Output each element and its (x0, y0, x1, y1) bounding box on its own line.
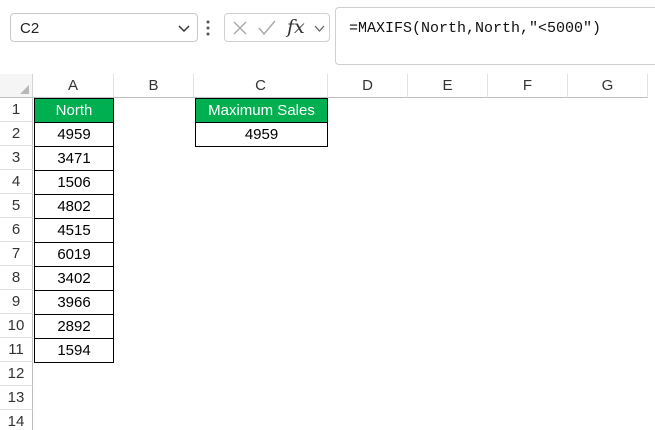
check-icon[interactable] (258, 20, 276, 36)
cell-a10[interactable]: 2892 (34, 314, 114, 339)
row-header-3[interactable]: 3 (0, 146, 33, 170)
cell-a3[interactable]: 3471 (34, 146, 114, 171)
row-header-12[interactable]: 12 (0, 362, 33, 386)
cell-a11[interactable]: 1594 (34, 338, 114, 363)
row-header-6[interactable]: 6 (0, 218, 33, 242)
cell-a1[interactable]: North (34, 98, 114, 123)
cell-a4[interactable]: 1506 (34, 170, 114, 195)
insert-function-button[interactable]: fx (287, 16, 305, 38)
row-header-8[interactable]: 8 (0, 266, 33, 290)
worksheet-grid: ABCDEFG 1 2 3 4 5 6 7 8 9 10 11 12 13 14 North 4959 347… (0, 74, 655, 430)
row-header-11[interactable]: 11 (0, 338, 33, 362)
chevron-down-icon[interactable] (313, 22, 326, 35)
chevron-down-icon[interactable] (177, 21, 191, 35)
formula-buttons: fx (224, 13, 330, 42)
column-headers: ABCDEFG (33, 74, 655, 98)
row-header-1[interactable]: 1 (0, 98, 33, 122)
row-header-9[interactable]: 9 (0, 290, 33, 314)
row-header-14[interactable]: 14 (0, 410, 33, 430)
cell-c2[interactable]: 4959 (195, 122, 328, 147)
cell-a8[interactable]: 3402 (34, 266, 114, 291)
formula-text: =MAXIFS(North,North,"<5000") (349, 20, 602, 37)
more-options-icon[interactable] (205, 18, 211, 38)
name-box[interactable]: C2 (10, 13, 198, 42)
column-header-b[interactable]: B (114, 74, 194, 98)
row-header-7[interactable]: 7 (0, 242, 33, 266)
column-header-g[interactable]: G (568, 74, 648, 98)
cell-a9[interactable]: 3966 (34, 290, 114, 315)
row-header-13[interactable]: 13 (0, 386, 33, 410)
column-header-c[interactable]: C (194, 74, 328, 98)
cell-a2[interactable]: 4959 (34, 122, 114, 147)
row-header-10[interactable]: 10 (0, 314, 33, 338)
cell-a6[interactable]: 4515 (34, 218, 114, 243)
formula-bar-area: C2 fx =MAXIFS(North,North,"<5000") (0, 0, 655, 74)
select-all-button[interactable] (0, 74, 33, 98)
column-header-a[interactable]: A (33, 74, 114, 98)
column-header-e[interactable]: E (408, 74, 488, 98)
cell-a7[interactable]: 6019 (34, 242, 114, 267)
column-header-d[interactable]: D (328, 74, 408, 98)
select-all-icon (20, 85, 29, 94)
cell-a5[interactable]: 4802 (34, 194, 114, 219)
column-header-f[interactable]: F (488, 74, 568, 98)
row-header-2[interactable]: 2 (0, 122, 33, 146)
row-header-4[interactable]: 4 (0, 170, 33, 194)
cell-c1[interactable]: Maximum Sales (195, 98, 328, 123)
cancel-icon[interactable] (232, 20, 248, 36)
formula-input[interactable]: =MAXIFS(North,North,"<5000") (335, 7, 655, 65)
row-header-5[interactable]: 5 (0, 194, 33, 218)
name-box-value: C2 (20, 20, 40, 37)
